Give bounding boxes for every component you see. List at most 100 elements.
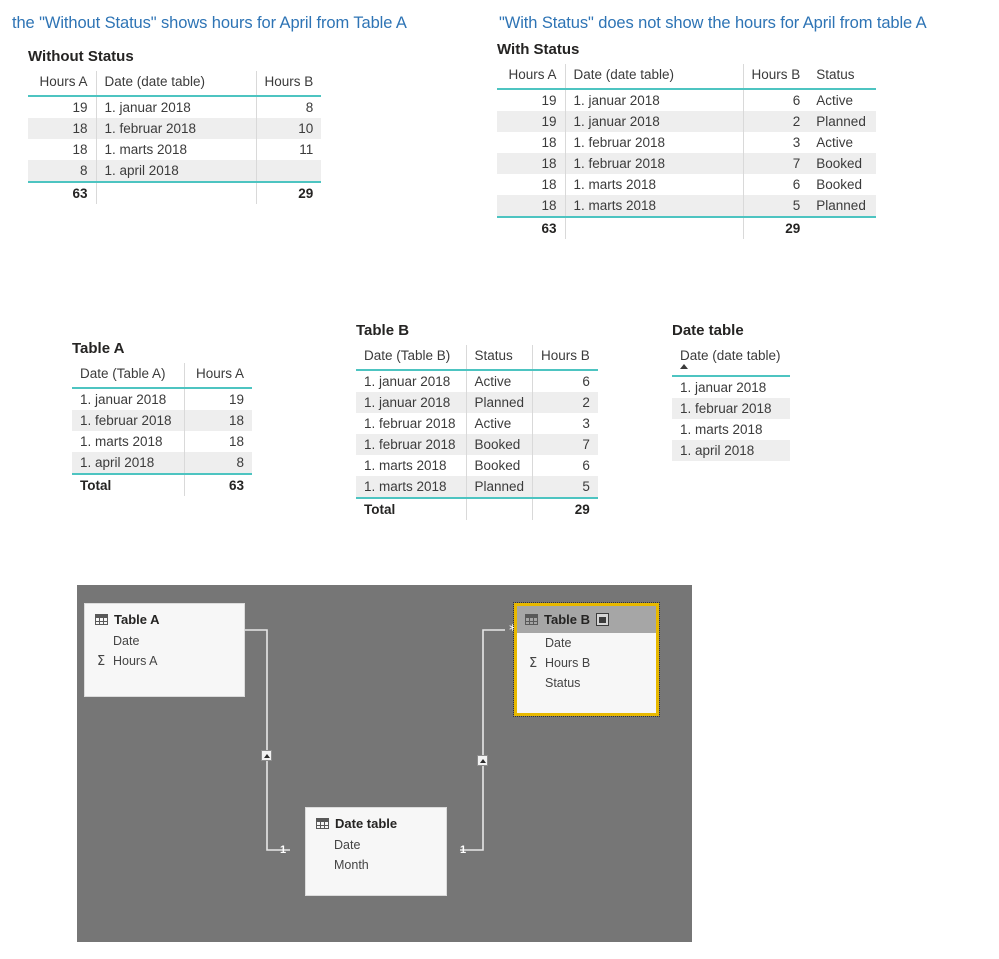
- cell-hours-a: 8: [28, 160, 96, 182]
- cross-filter-arrow-icon[interactable]: [261, 750, 272, 761]
- sigma-aggregate-icon: Σ: [97, 653, 106, 669]
- cell-date: 1. januar 2018: [80, 392, 167, 407]
- column-header-hours-a[interactable]: Hours A: [28, 71, 96, 97]
- column-header-date-table-b[interactable]: Date (Table B): [356, 345, 466, 371]
- visual-date-table[interactable]: Date table Date (date table) 1. januar 2…: [672, 322, 790, 461]
- table-row[interactable]: 1. februar 2018 Active 3: [356, 413, 598, 434]
- column-header-status[interactable]: Status: [465, 345, 533, 371]
- table-row[interactable]: 1. januar 2018 19: [72, 388, 252, 410]
- table-header-row: Hours A Date (date table) Hours B Status: [497, 64, 877, 90]
- table-row[interactable]: 1. februar 2018 18: [72, 410, 252, 431]
- table-row[interactable]: 1. marts 2018 Planned 5: [356, 476, 598, 498]
- table-row[interactable]: 1. februar 2018 Booked 7: [356, 434, 598, 455]
- model-field-label: Date: [113, 634, 140, 648]
- table-table-b[interactable]: Date (Table B) Status Hours B 1. januar …: [356, 345, 598, 520]
- table-row[interactable]: 1. januar 2018 Planned 2: [356, 392, 598, 413]
- cell-hours-b: 5: [742, 195, 809, 217]
- table-with-status[interactable]: Hours A Date (date table) Hours B Status…: [497, 64, 877, 239]
- cell-hours-a: 18: [28, 118, 96, 139]
- model-field-date[interactable]: Date: [85, 631, 244, 651]
- expand-collapse-icon[interactable]: [596, 613, 609, 626]
- model-card-table-a[interactable]: Table A Date Σ Hours A: [84, 603, 245, 697]
- column-header-hours-b[interactable]: Hours B: [255, 71, 322, 97]
- table-row[interactable]: 1. januar 2018: [672, 376, 790, 398]
- column-header-date-date-table[interactable]: Date (date table): [672, 345, 790, 377]
- cell-date: 1. januar 2018: [95, 96, 256, 118]
- column-header-date[interactable]: Date (date table): [564, 64, 743, 90]
- table-row[interactable]: 1. marts 2018 Booked 6: [356, 455, 598, 476]
- cross-filter-arrow-icon[interactable]: [477, 755, 488, 766]
- table-without-status[interactable]: Hours A Date (date table) Hours B 19 1. …: [28, 71, 322, 204]
- model-diagram-canvas[interactable]: * 1 * 1 Table A Date Σ Hours A Table B D…: [77, 585, 692, 942]
- model-field-date[interactable]: Date: [517, 633, 656, 653]
- cell-status: Booked: [465, 434, 533, 455]
- table-row[interactable]: 18 1. marts 2018 6 Booked: [497, 174, 876, 195]
- cell-date: 1. januar 2018: [364, 374, 451, 389]
- table-row[interactable]: 19 1. januar 2018 8: [28, 96, 322, 118]
- cell-date: 1. april 2018: [95, 160, 256, 182]
- table-header-row: Hours A Date (date table) Hours B: [28, 71, 322, 97]
- cell-status: Planned: [808, 195, 877, 217]
- column-header-label: Date (date table): [680, 348, 781, 363]
- table-row[interactable]: 19 1. januar 2018 2 Planned: [497, 111, 877, 132]
- cell-date: 1. marts 2018: [564, 195, 743, 217]
- column-header-hours-a[interactable]: Hours A: [497, 64, 565, 90]
- column-header-hours-b[interactable]: Hours B: [532, 345, 598, 371]
- sort-ascending-icon[interactable]: [680, 364, 688, 369]
- table-row[interactable]: 1. januar 2018 Active 6: [356, 370, 598, 392]
- table-table-a[interactable]: Date (Table A) Hours A 1. januar 2018 19…: [72, 363, 252, 496]
- model-field-hours-a[interactable]: Σ Hours A: [85, 651, 244, 671]
- cell-date: 1. marts 2018: [680, 422, 763, 437]
- total-hours-b: 29: [742, 216, 809, 239]
- caption-without-status: the "Without Status" shows hours for Apr…: [12, 14, 407, 32]
- cell-status: Active: [816, 93, 854, 108]
- table-row[interactable]: 8 1. april 2018: [28, 160, 322, 182]
- table-row[interactable]: 18 1. februar 2018 3 Active: [497, 132, 876, 153]
- cell-hours-a: 19: [497, 111, 565, 132]
- table-row[interactable]: 18 1. marts 2018 5 Planned: [497, 195, 877, 217]
- cell-hours-b: 7: [532, 434, 598, 455]
- table-date-table[interactable]: Date (date table) 1. januar 2018 1. febr…: [672, 345, 790, 461]
- visual-table-a[interactable]: Table A Date (Table A) Hours A 1. januar…: [72, 340, 252, 496]
- column-header-date-table-a[interactable]: Date (Table A): [72, 363, 184, 389]
- model-field-hours-b[interactable]: Σ Hours B: [517, 653, 656, 673]
- model-card-table-b[interactable]: Table B Date Σ Hours B Status: [513, 602, 660, 717]
- cell-status: Booked: [465, 455, 533, 476]
- table-row[interactable]: 1. februar 2018: [672, 398, 790, 419]
- column-header-date[interactable]: Date (date table): [95, 71, 256, 97]
- model-field-month[interactable]: Month: [306, 855, 446, 875]
- visual-without-status[interactable]: Without Status Hours A Date (date table)…: [28, 48, 322, 204]
- table-total-row: Total 63: [72, 473, 252, 496]
- cell-hours-b: 3: [742, 132, 809, 153]
- table-row[interactable]: 1. marts 2018 18: [72, 431, 252, 452]
- model-field-status[interactable]: Status: [517, 673, 656, 693]
- cell-status: Booked: [816, 177, 863, 192]
- model-field-date[interactable]: Date: [306, 835, 446, 855]
- table-row[interactable]: 18 1. februar 2018 7 Booked: [497, 153, 877, 174]
- model-card-name: Date table: [335, 816, 398, 831]
- column-header-status[interactable]: Status: [808, 64, 877, 90]
- visual-title-date-table: Date table: [672, 322, 744, 339]
- table-row[interactable]: 19 1. januar 2018 6 Active: [497, 89, 876, 111]
- cell-date: 1. januar 2018: [564, 111, 743, 132]
- visual-table-b[interactable]: Table B Date (Table B) Status Hours B 1.…: [356, 322, 598, 520]
- model-card-date-table[interactable]: Date table Date Month: [305, 807, 447, 896]
- table-row[interactable]: 1. marts 2018: [672, 419, 790, 440]
- column-header-hours-a[interactable]: Hours A: [183, 363, 252, 389]
- table-row[interactable]: 18 1. februar 2018 10: [28, 118, 322, 139]
- cell-date: 1. januar 2018: [564, 89, 743, 111]
- cell-date: 1. januar 2018: [356, 392, 466, 413]
- cell-status: Planned: [465, 476, 533, 498]
- table-row[interactable]: 1. april 2018 8: [72, 452, 252, 474]
- total-hours-a: 63: [183, 473, 252, 496]
- cell-hours-b: 6: [742, 174, 809, 195]
- cell-date: 1. april 2018: [672, 440, 790, 461]
- table-row[interactable]: 18 1. marts 2018 11: [28, 139, 322, 160]
- cell-hours-b: [255, 160, 322, 182]
- total-hours-a: 63: [28, 181, 96, 204]
- visual-with-status[interactable]: With Status Hours A Date (date table) Ho…: [497, 41, 877, 239]
- total-hours-b: 29: [255, 181, 322, 204]
- cell-date: 1. februar 2018: [95, 118, 256, 139]
- column-header-hours-b[interactable]: Hours B: [742, 64, 809, 90]
- table-row[interactable]: 1. april 2018: [672, 440, 790, 461]
